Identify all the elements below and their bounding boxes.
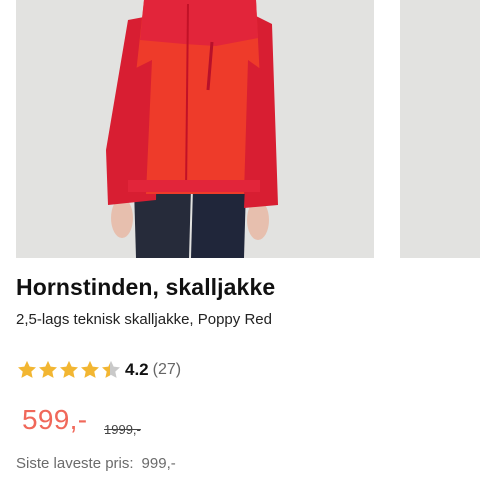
star-full-icon (60, 360, 78, 378)
rating-value: 4.2 (125, 360, 149, 379)
rating-stars (16, 359, 121, 381)
product-description: 2,5-lags teknisk skalljakke, Poppy Red (16, 311, 272, 328)
current-price: 599,- (22, 404, 88, 435)
review-count[interactable]: (27) (153, 361, 181, 379)
next-product-image[interactable] (400, 0, 480, 258)
star-full-icon (39, 360, 57, 378)
old-price: 1999,- (104, 422, 141, 437)
lowest-price-value: 999,- (141, 455, 176, 472)
product-rating[interactable]: 4.2 (27) (16, 358, 181, 382)
product-title[interactable]: Hornstinden, skalljakke (16, 274, 275, 301)
lowest-price-info: Siste laveste pris: 999,- (16, 455, 176, 472)
star-full-icon (81, 360, 99, 378)
star-partial-icon (102, 360, 120, 378)
lowest-price-label: Siste laveste pris: (16, 455, 134, 472)
star-full-icon (18, 360, 36, 378)
product-image[interactable] (16, 0, 374, 258)
product-photo (16, 0, 374, 258)
